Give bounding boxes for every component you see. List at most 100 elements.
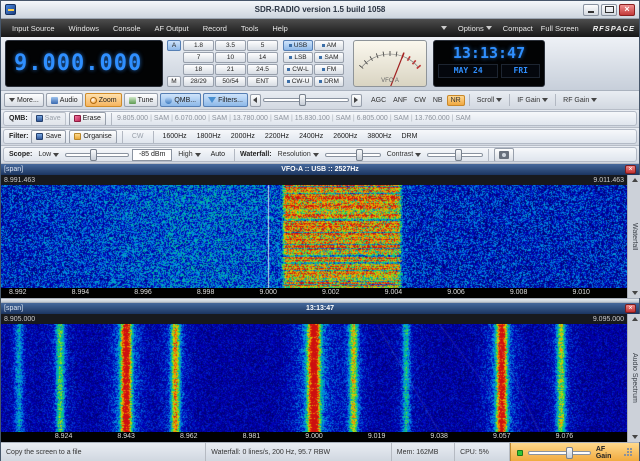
keypad-28-29-button[interactable]: 28/29: [183, 76, 214, 87]
scroll-down-icon[interactable]: [632, 291, 638, 295]
qmb-slot[interactable]: 15.830.100|SAM: [295, 115, 351, 122]
menu-overflow-chevron-icon[interactable]: [441, 26, 447, 30]
qmb-erase-button[interactable]: Erase: [69, 112, 106, 126]
scope-low-dropdown[interactable]: Low: [35, 151, 62, 158]
tune-slider-thumb[interactable]: [299, 94, 306, 106]
waterfall-contrast-slider[interactable]: [427, 149, 483, 161]
maximize-button[interactable]: [601, 4, 617, 16]
menu-console[interactable]: Console: [106, 24, 148, 33]
filter-width-1800hz-button[interactable]: 1800Hz: [193, 130, 225, 143]
waterfall-contrast-dropdown[interactable]: Contrast: [384, 151, 424, 158]
frequency-display[interactable]: 9.000.000: [5, 40, 163, 87]
audio-button[interactable]: Audio: [46, 93, 83, 107]
waterfall-b-display[interactable]: [1, 324, 627, 432]
resize-grip[interactable]: [625, 448, 633, 457]
waterfall-resolution-slider-thumb[interactable]: [356, 149, 363, 161]
filter-width-1600hz-button[interactable]: 1600Hz: [159, 130, 191, 143]
af-gain-slider[interactable]: [528, 447, 591, 459]
toggle-anf[interactable]: ANF: [390, 96, 410, 105]
mode-cw-u-button[interactable]: CW-U: [283, 76, 313, 87]
filter-width-2200hz-button[interactable]: 2200Hz: [261, 130, 293, 143]
zoom-button[interactable]: Zoom: [85, 93, 122, 107]
filter-organise-button[interactable]: Organise: [69, 130, 116, 144]
rf-gain-dropdown[interactable]: RF Gain: [560, 97, 600, 104]
more-button[interactable]: More...: [4, 93, 44, 107]
tune-slider[interactable]: [263, 94, 349, 106]
waterfall-contrast-slider-thumb[interactable]: [455, 149, 462, 161]
filters-button[interactable]: Filters...: [203, 93, 248, 107]
scope-auto-button[interactable]: Auto: [207, 148, 229, 161]
screenshot-button[interactable]: [494, 148, 514, 162]
qmb-save-button[interactable]: Save: [31, 112, 66, 126]
keypad-7-button[interactable]: 7: [183, 52, 214, 63]
mode-lsb-button[interactable]: LSB: [283, 52, 313, 63]
mode-am-button[interactable]: AM: [314, 40, 344, 51]
menu-input-source[interactable]: Input Source: [5, 24, 62, 33]
mode-usb-button[interactable]: USB: [283, 40, 313, 51]
compact-button[interactable]: Compact: [503, 24, 533, 33]
scroll-up-icon[interactable]: [632, 317, 638, 321]
keypad-18-button[interactable]: 18: [183, 64, 214, 75]
keypad-21-button[interactable]: 21: [215, 64, 246, 75]
waterfall-a-close-button[interactable]: ×: [625, 165, 636, 174]
qmb-button[interactable]: QMB...: [160, 93, 201, 107]
toggle-cw[interactable]: CW: [411, 96, 429, 105]
scope-level-slider[interactable]: [65, 149, 129, 161]
close-button[interactable]: [619, 4, 635, 16]
filter-save-button[interactable]: Save: [31, 130, 66, 144]
filter-width-3800hz-button[interactable]: 3800Hz: [363, 130, 395, 143]
filter-cw-button[interactable]: CW: [128, 130, 148, 143]
mode-drm-button[interactable]: DRM: [314, 76, 344, 87]
filter-width-2000hz-button[interactable]: 2000Hz: [227, 130, 259, 143]
filter-width-drm-button[interactable]: DRM: [397, 130, 421, 143]
waterfall-a-header[interactable]: VFO-A :: USB :: 2527Hz [span] ×: [1, 164, 639, 175]
scope-high-dropdown[interactable]: High: [175, 151, 203, 158]
tune-step-right-button[interactable]: [351, 94, 362, 107]
scroll-up-icon[interactable]: [632, 178, 638, 182]
mode-fm-button[interactable]: FM: [314, 64, 344, 75]
keypad-5-button[interactable]: 5: [247, 40, 278, 51]
keypad-50-54-button[interactable]: 50/54: [215, 76, 246, 87]
if-gain-dropdown[interactable]: IF Gain: [514, 97, 551, 104]
waterfall-dock-tab[interactable]: Waterfall: [631, 223, 638, 250]
keypad-10-button[interactable]: 10: [215, 52, 246, 63]
waterfall-a-display[interactable]: [1, 185, 627, 288]
waterfall-b-close-button[interactable]: ×: [625, 304, 636, 313]
qmb-slot[interactable]: 6.805.000|SAM: [357, 115, 409, 122]
scroll-dropdown[interactable]: Scroll: [474, 97, 506, 104]
qmb-slot[interactable]: 9.805.000|SAM: [117, 115, 169, 122]
menu-help[interactable]: Help: [265, 24, 294, 33]
keypad-3-5-button[interactable]: 3.5: [215, 40, 246, 51]
keypad-1-8-button[interactable]: 1.8: [183, 40, 214, 51]
keypad-ent-button[interactable]: ENT: [247, 76, 278, 87]
filter-width-2400hz-button[interactable]: 2400Hz: [295, 130, 327, 143]
menu-windows[interactable]: Windows: [62, 24, 106, 33]
scroll-down-icon[interactable]: [632, 435, 638, 439]
qmb-slot[interactable]: 6.070.000|SAM: [175, 115, 227, 122]
audio-spectrum-dock-tab[interactable]: Audio Spectrum: [631, 353, 638, 403]
options-menu[interactable]: Options: [455, 24, 495, 33]
waterfall-b-header[interactable]: 13:13:47 [span] ×: [1, 303, 639, 314]
mode-sam-button[interactable]: SAM: [314, 52, 344, 63]
keypad-24-5-button[interactable]: 24.5: [247, 64, 278, 75]
toggle-nr[interactable]: NR: [447, 95, 465, 106]
menu-tools[interactable]: Tools: [234, 24, 266, 33]
tune-button[interactable]: Tune: [124, 93, 159, 107]
qmb-slot[interactable]: 13.760.000|SAM: [415, 115, 471, 122]
filter-width-2600hz-button[interactable]: 2600Hz: [329, 130, 361, 143]
waterfall-resolution-slider[interactable]: [325, 149, 381, 161]
menu-af-output[interactable]: AF Output: [148, 24, 196, 33]
qmb-slot[interactable]: 13.780.000|SAM: [233, 115, 289, 122]
memory-button[interactable]: M: [167, 76, 181, 87]
scope-level-slider-thumb[interactable]: [90, 149, 97, 161]
mode-cw-l-button[interactable]: CW-L: [283, 64, 313, 75]
keypad-14-button[interactable]: 14: [247, 52, 278, 63]
toggle-agc[interactable]: AGC: [368, 96, 389, 105]
waterfall-resolution-dropdown[interactable]: Resolution: [275, 151, 322, 158]
title-bar[interactable]: SDR-RADIO version 1.5 build 1058: [1, 1, 639, 19]
minimize-button[interactable]: [583, 4, 599, 16]
menu-record[interactable]: Record: [196, 24, 234, 33]
full-screen-button[interactable]: Full Screen: [541, 24, 579, 33]
af-gain-slider-thumb[interactable]: [566, 447, 573, 459]
vfo-a-button[interactable]: A: [167, 40, 181, 51]
